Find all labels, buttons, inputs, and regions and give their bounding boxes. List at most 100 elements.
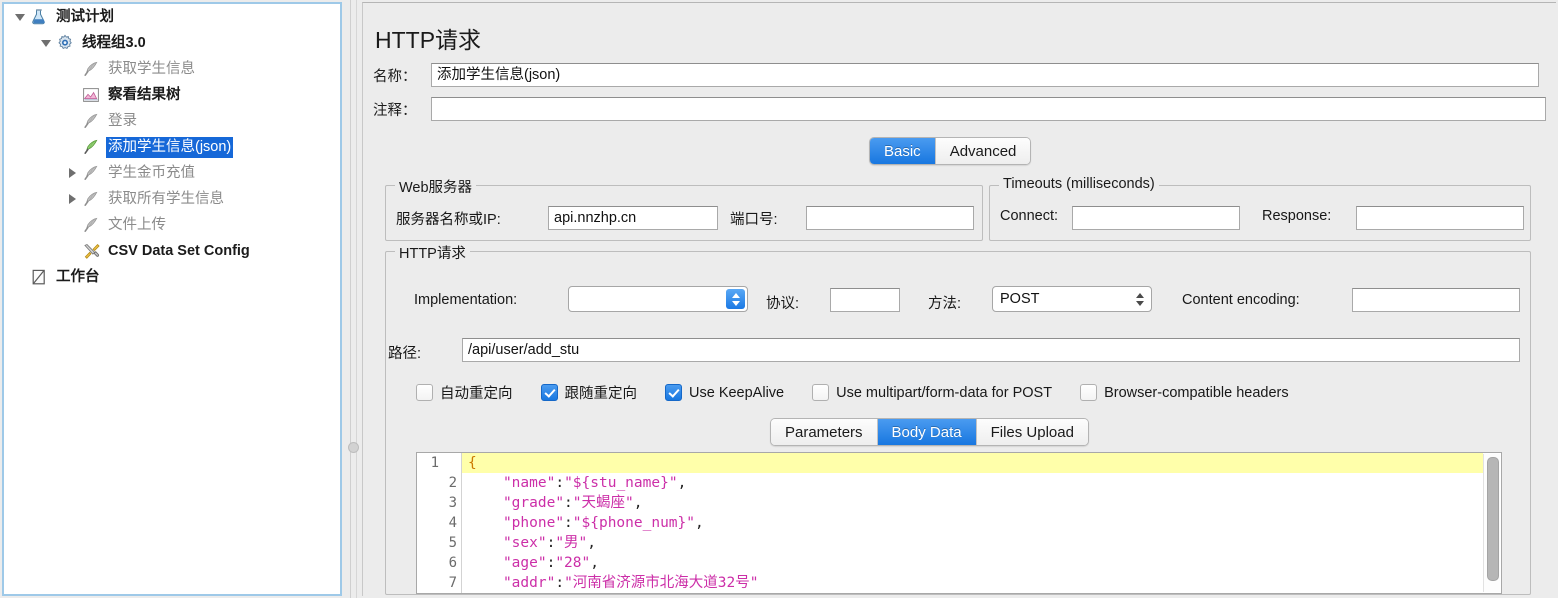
feather-grey-icon <box>80 215 102 235</box>
tree-item-label: 添加学生信息(json) <box>106 136 234 158</box>
http-request-group: HTTP请求 Implementation: 协议: 方法: POST Cont… <box>385 242 1531 595</box>
tree-item-label: 线程组3.0 <box>82 34 146 51</box>
line-number: 1 <box>417 453 477 473</box>
chevron-updown-icon[interactable] <box>726 289 745 309</box>
tab-body-data[interactable]: Body Data <box>877 419 977 445</box>
code-line[interactable]: "age":"28", <box>462 553 1483 573</box>
name-row: 名称： 添加学生信息(json) <box>369 63 1547 87</box>
checkbox-unchecked-icon[interactable] <box>812 384 830 401</box>
chevron-updown-icon[interactable] <box>1130 289 1149 309</box>
tab-files-upload[interactable]: Files Upload <box>976 419 1088 445</box>
timeouts-group-title: Timeouts (milliseconds) <box>999 176 1159 192</box>
code-scrollbar-thumb[interactable] <box>1487 457 1499 581</box>
chevron-down-icon[interactable] <box>12 4 28 30</box>
code-line[interactable]: "addr":"河南省济源市北海大道32号" <box>462 573 1483 593</box>
tab-basic[interactable]: Basic <box>870 138 936 164</box>
tree-item-label: CSV Data Set Config <box>108 242 250 259</box>
implementation-label: Implementation: <box>414 292 518 308</box>
code-line[interactable]: "sex":"男", <box>462 533 1483 553</box>
feather-grey-icon <box>80 111 102 131</box>
tree-item[interactable]: CSV Data Set Config <box>4 238 340 264</box>
http-options-checkbox-row: 自动重定向 跟随重定向 Use KeepAlive Use multipart/for… <box>416 382 1317 403</box>
line-number-gutter: 1 2 3 4 5 6 7 <box>417 453 477 593</box>
connect-input[interactable] <box>1072 206 1240 230</box>
method-select[interactable]: POST <box>992 286 1152 312</box>
tree-item[interactable]: 测试计划 <box>4 4 340 30</box>
panel-splitter[interactable] <box>344 0 362 598</box>
response-input[interactable] <box>1356 206 1524 230</box>
tree-item-label: 登录 <box>108 112 137 129</box>
splitter-grip[interactable] <box>348 442 359 453</box>
line-number: 5 <box>448 535 457 551</box>
chevron-down-icon[interactable] <box>38 30 54 56</box>
checkbox-item[interactable]: Browser-compatible headers <box>1080 384 1289 401</box>
code-line[interactable]: "grade":"天蝎座", <box>462 493 1483 513</box>
code-line[interactable]: "phone":"${phone_num}", <box>462 513 1483 533</box>
code-line[interactable]: { <box>462 453 1483 473</box>
gear-icon <box>54 33 76 53</box>
comment-input[interactable] <box>431 97 1546 121</box>
name-input[interactable]: 添加学生信息(json) <box>431 63 1539 87</box>
splitter-line-right <box>356 0 357 598</box>
checkbox-label: 自动重定向 <box>440 386 513 402</box>
code-text-area[interactable]: { "name":"${stu_name}", "grade":"天蝎座", "… <box>462 453 1483 593</box>
mode-tab-group[interactable]: Basic Advanced <box>869 137 1032 165</box>
checkbox-item[interactable]: 跟随重定向 <box>540 382 637 403</box>
feather-grey-icon <box>80 163 102 183</box>
body-data-editor[interactable]: 1 2 3 4 5 6 7 { "name":"${stu_name}", "grade":… <box>416 452 1502 594</box>
feather-grey-icon <box>80 59 102 79</box>
checkbox-item[interactable]: Use KeepAlive <box>665 384 784 401</box>
tree-item[interactable]: 察看结果树 <box>4 82 340 108</box>
tree-item-label: 测试计划 <box>56 8 114 25</box>
web-server-group-title: Web服务器 <box>395 176 477 197</box>
chevron-right-icon[interactable] <box>64 186 80 212</box>
code-line[interactable]: "name":"${stu_name}", <box>462 473 1483 493</box>
server-input[interactable]: api.nnzhp.cn <box>548 206 718 230</box>
chevron-right-icon[interactable] <box>64 160 80 186</box>
tree-item-label: 获取所有学生信息 <box>108 190 224 207</box>
checkbox-unchecked-icon[interactable] <box>416 384 433 401</box>
implementation-select[interactable] <box>568 286 748 312</box>
jmeter-window: 测试计划 线程组3.0 获取学生信息 察看结果树 登录 添加学生信息(json) 学生金币充… <box>0 0 1558 598</box>
tab-advanced[interactable]: Advanced <box>935 138 1031 164</box>
tree-item[interactable]: 线程组3.0 <box>4 30 340 56</box>
line-number: 2 <box>448 475 457 491</box>
tree-item[interactable]: 工作台 <box>4 264 340 290</box>
workbench-icon <box>28 267 50 287</box>
code-scrollbar[interactable] <box>1483 454 1500 592</box>
checkbox-checked-icon[interactable] <box>665 384 682 401</box>
path-label: 路径: <box>388 346 422 362</box>
tree-item[interactable]: 文件上传 <box>4 212 340 238</box>
feather-green-icon <box>80 137 102 157</box>
tree-item[interactable]: 添加学生信息(json) <box>4 134 340 160</box>
tree-item-label: 工作台 <box>56 268 100 285</box>
tree-item[interactable]: 获取学生信息 <box>4 56 340 82</box>
port-input[interactable] <box>806 206 974 230</box>
checkbox-checked-icon[interactable] <box>540 384 558 401</box>
comment-row: 注释： <box>369 97 1547 121</box>
path-input[interactable]: /api/user/add_stu <box>462 338 1520 362</box>
tree-item-label: 察看结果树 <box>108 86 181 103</box>
checkbox-label: Use KeepAlive <box>689 384 785 401</box>
body-tab-group[interactable]: Parameters Body Data Files Upload <box>770 418 1089 446</box>
tree-item-label: 学生金币充值 <box>108 164 195 181</box>
method-label: 方法: <box>928 296 962 312</box>
checkbox-item[interactable]: Use multipart/form-data for POST <box>812 384 1052 401</box>
checkbox-item[interactable]: 自动重定向 <box>416 382 513 403</box>
checkbox-unchecked-icon[interactable] <box>1080 384 1098 401</box>
tab-parameters[interactable]: Parameters <box>771 419 878 445</box>
content-encoding-input[interactable] <box>1352 288 1520 312</box>
tree-item[interactable]: 登录 <box>4 108 340 134</box>
tree-item[interactable]: 获取所有学生信息 <box>4 186 340 212</box>
tree-item[interactable]: 学生金币充值 <box>4 160 340 186</box>
test-plan-tree[interactable]: 测试计划线程组3.0 获取学生信息察看结果树登录添加学生信息(json) 学生金币充… <box>2 2 342 596</box>
result-tree-icon <box>80 85 102 105</box>
checkbox-label: Use multipart/form-data for POST <box>836 384 1053 401</box>
protocol-input[interactable] <box>830 288 900 312</box>
flask-icon <box>28 7 50 27</box>
method-value: POST <box>1000 291 1040 307</box>
